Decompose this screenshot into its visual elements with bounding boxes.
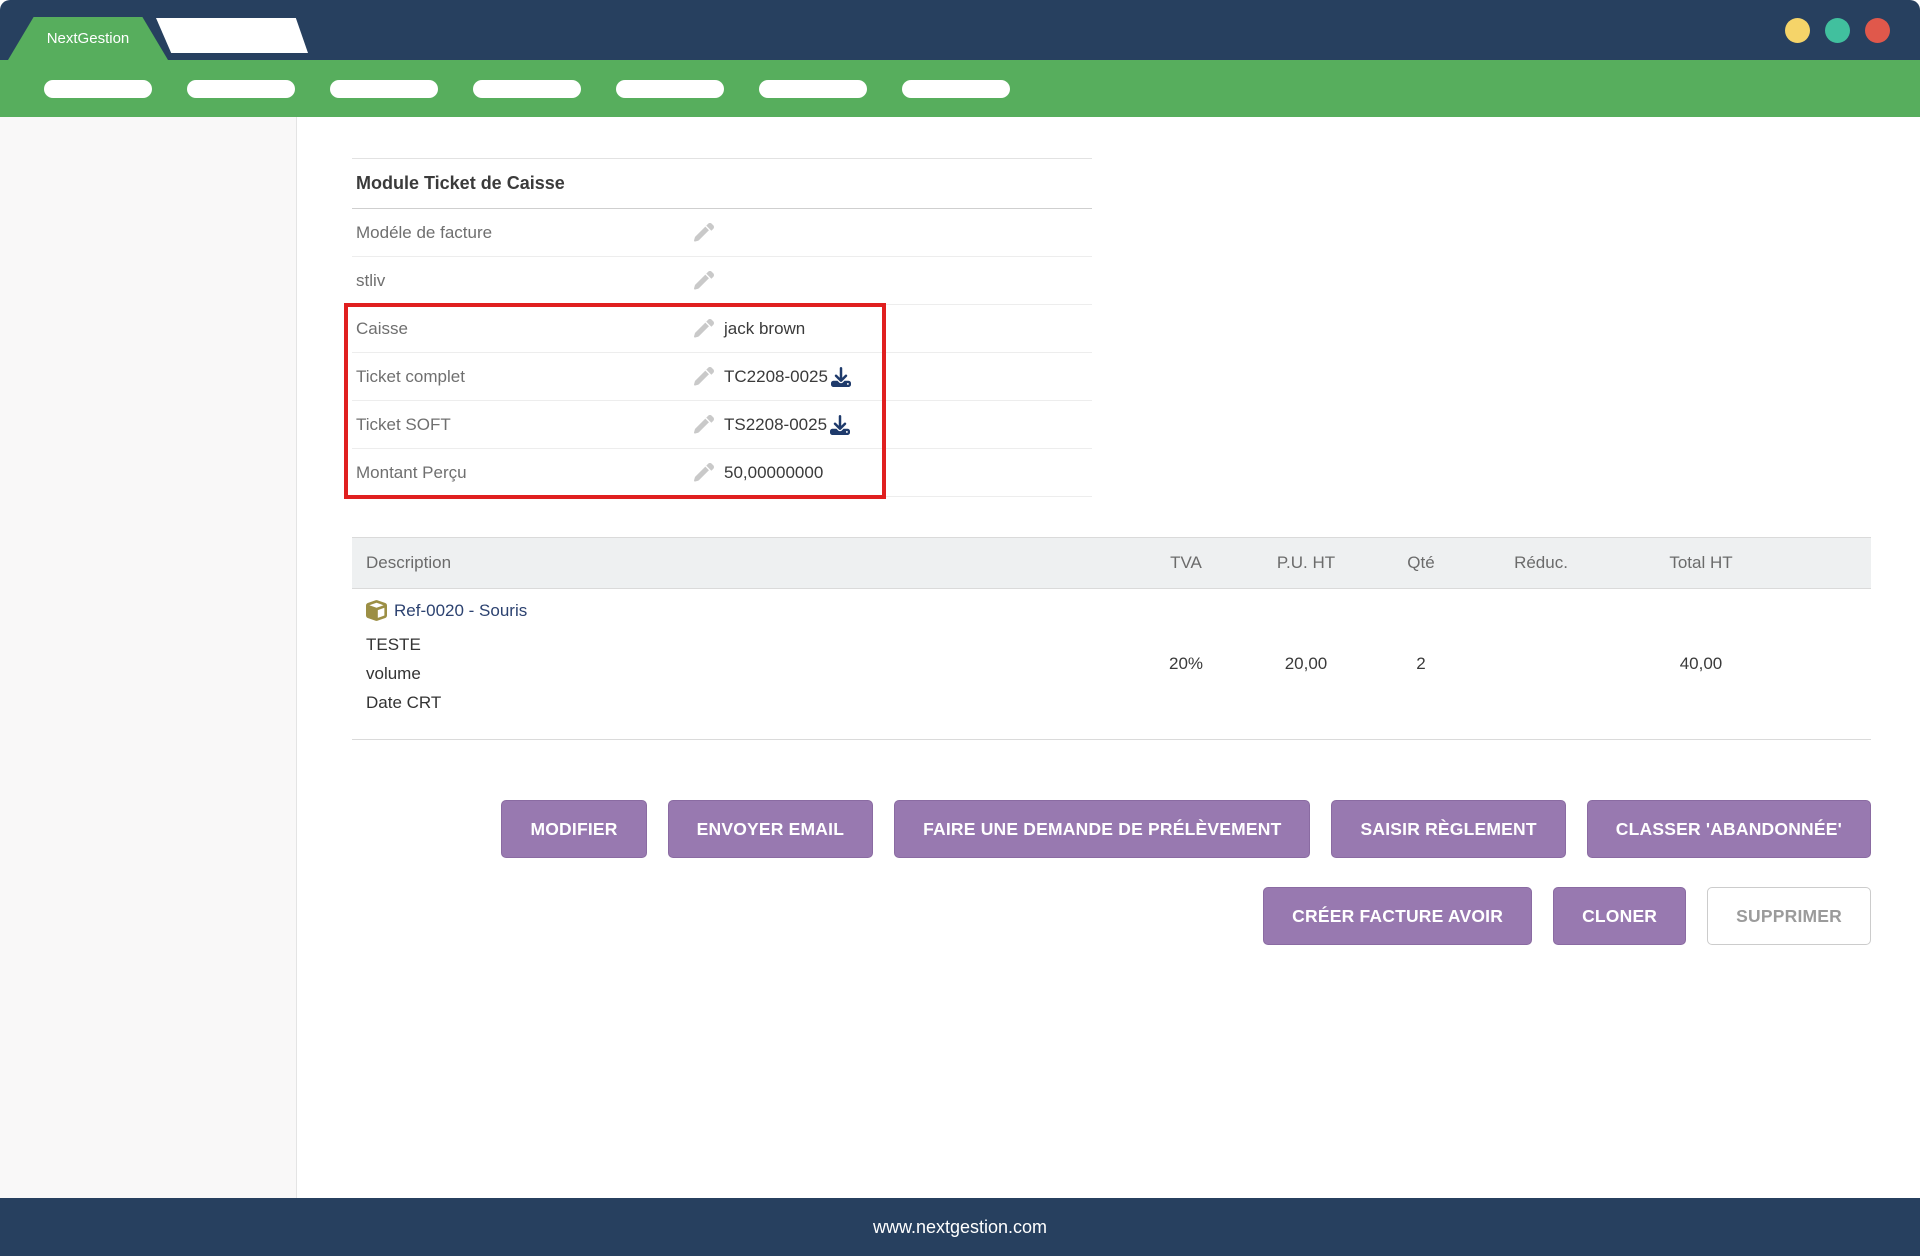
demande-prelevement-button[interactable]: FAIRE UNE DEMANDE DE PRÉLÈVEMENT: [894, 800, 1310, 858]
field-row-caisse: Caisse jack brown: [352, 305, 1092, 353]
description-cell: Ref-0020 - Souris TESTE volume Date CRT: [352, 589, 1131, 739]
app-window: NextGestion Module Ticket de Caisse Modé: [0, 0, 1920, 1256]
column-header-description: Description: [352, 553, 1131, 573]
field-label: Modéle de facture: [352, 223, 694, 243]
supprimer-button[interactable]: SUPPRIMER: [1707, 887, 1871, 945]
edit-pencil-icon[interactable]: [694, 462, 718, 484]
sidebar: [0, 117, 297, 1198]
edit-pencil-icon[interactable]: [694, 270, 718, 292]
main-nav: [0, 60, 1920, 117]
nav-pill[interactable]: [759, 80, 867, 98]
description-lines: TESTE volume Date CRT: [366, 630, 441, 718]
browser-topbar: NextGestion: [0, 0, 1920, 60]
nav-pill[interactable]: [616, 80, 724, 98]
ticket-panel: Module Ticket de Caisse Modéle de factur…: [352, 158, 1092, 497]
nav-pill-group: [44, 80, 1010, 98]
description-line: volume: [366, 659, 441, 688]
tva-cell: 20%: [1131, 589, 1241, 739]
total-ht-cell: 40,00: [1611, 589, 1791, 739]
column-header-tva: TVA: [1131, 553, 1241, 573]
pu-ht-cell: 20,00: [1241, 589, 1371, 739]
field-label: stliv: [352, 271, 694, 291]
field-row-stliv: stliv: [352, 257, 1092, 305]
field-row-ticket-complet: Ticket complet TC2208-0025: [352, 353, 1092, 401]
panel-title: Module Ticket de Caisse: [352, 159, 1092, 209]
table-header-row: Description TVA P.U. HT Qté Réduc. Total…: [352, 537, 1871, 589]
field-value: TS2208-0025: [724, 415, 827, 435]
edit-pencil-icon[interactable]: [694, 366, 718, 388]
reduc-cell: [1471, 589, 1611, 739]
nav-pill[interactable]: [902, 80, 1010, 98]
description-line: TESTE: [366, 630, 441, 659]
brand-tab[interactable]: NextGestion: [8, 17, 168, 60]
product-reference-link[interactable]: Ref-0020 - Souris: [366, 600, 527, 621]
row-spacer: [1791, 589, 1871, 739]
qte-cell: 2: [1371, 589, 1471, 739]
saisir-reglement-button[interactable]: SAISIR RÈGLEMENT: [1331, 800, 1565, 858]
nav-pill[interactable]: [44, 80, 152, 98]
field-label: Ticket SOFT: [352, 415, 694, 435]
yellow-dot-icon[interactable]: [1785, 18, 1810, 43]
field-value: TC2208-0025: [724, 367, 828, 387]
main-content: Module Ticket de Caisse Modéle de factur…: [297, 117, 1920, 1198]
field-label: Caisse: [352, 319, 694, 339]
edit-pencil-icon[interactable]: [694, 414, 718, 436]
actions-row-1: MODIFIER ENVOYER EMAIL FAIRE UNE DEMANDE…: [352, 800, 1871, 858]
cloner-button[interactable]: CLONER: [1553, 887, 1686, 945]
field-value: 50,00000000: [724, 463, 823, 483]
nav-pill[interactable]: [473, 80, 581, 98]
column-header-total-ht: Total HT: [1611, 553, 1791, 573]
envoyer-email-button[interactable]: ENVOYER EMAIL: [668, 800, 873, 858]
line-items-table: Description TVA P.U. HT Qté Réduc. Total…: [352, 537, 1871, 740]
edit-pencil-icon[interactable]: [694, 318, 718, 340]
field-row-modele-facture: Modéle de facture: [352, 209, 1092, 257]
description-line: Date CRT: [366, 688, 441, 717]
page-footer: www.nextgestion.com: [0, 1198, 1920, 1256]
field-label: Montant Perçu: [352, 463, 694, 483]
footer-url: www.nextgestion.com: [873, 1217, 1047, 1238]
classer-abandonnee-button[interactable]: CLASSER 'ABANDONNÉE': [1587, 800, 1871, 858]
package-cube-icon: [366, 600, 387, 621]
field-row-montant-percu: Montant Perçu 50,00000000: [352, 449, 1092, 497]
red-dot-icon[interactable]: [1865, 18, 1890, 43]
window-controls: [1785, 18, 1890, 43]
modifier-button[interactable]: MODIFIER: [501, 800, 646, 858]
download-icon[interactable]: [830, 415, 850, 435]
download-icon[interactable]: [831, 367, 851, 387]
table-row: Ref-0020 - Souris TESTE volume Date CRT …: [352, 589, 1871, 740]
edit-pencil-icon[interactable]: [694, 222, 718, 244]
brand-label: NextGestion: [47, 30, 130, 47]
product-reference-text: Ref-0020 - Souris: [394, 601, 527, 621]
column-header-pu-ht: P.U. HT: [1241, 553, 1371, 573]
actions-row-2: CRÉER FACTURE AVOIR CLONER SUPPRIMER: [352, 887, 1871, 945]
creer-facture-avoir-button[interactable]: CRÉER FACTURE AVOIR: [1263, 887, 1532, 945]
column-header-reduc: Réduc.: [1471, 553, 1611, 573]
teal-dot-icon[interactable]: [1825, 18, 1850, 43]
field-row-ticket-soft: Ticket SOFT TS2208-0025: [352, 401, 1092, 449]
blank-browser-tab[interactable]: [156, 18, 308, 53]
nav-pill[interactable]: [187, 80, 295, 98]
column-header-qte: Qté: [1371, 553, 1471, 573]
field-label: Ticket complet: [352, 367, 694, 387]
nav-pill[interactable]: [330, 80, 438, 98]
field-value: jack brown: [724, 319, 805, 339]
